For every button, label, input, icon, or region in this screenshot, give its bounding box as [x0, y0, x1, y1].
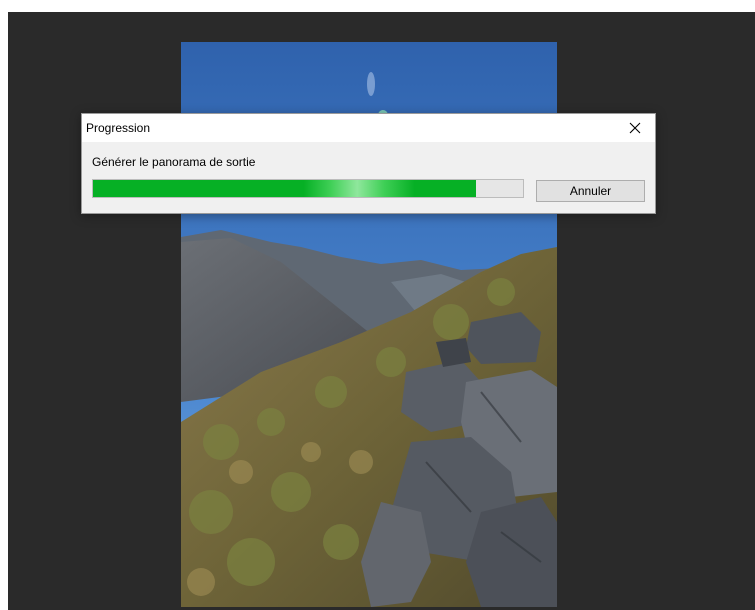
- dialog-title: Progression: [86, 121, 151, 135]
- progress-bar-fill: [93, 180, 476, 197]
- progress-message: Générer le panorama de sortie: [92, 155, 256, 169]
- progress-bar: [92, 179, 524, 198]
- close-button[interactable]: [615, 114, 655, 142]
- dialog-titlebar: Progression: [82, 114, 655, 142]
- cancel-button[interactable]: Annuler: [536, 180, 645, 202]
- progress-dialog: Progression Générer le panorama de sorti…: [81, 113, 656, 214]
- close-icon: [629, 122, 641, 134]
- preview-canvas: [8, 12, 755, 610]
